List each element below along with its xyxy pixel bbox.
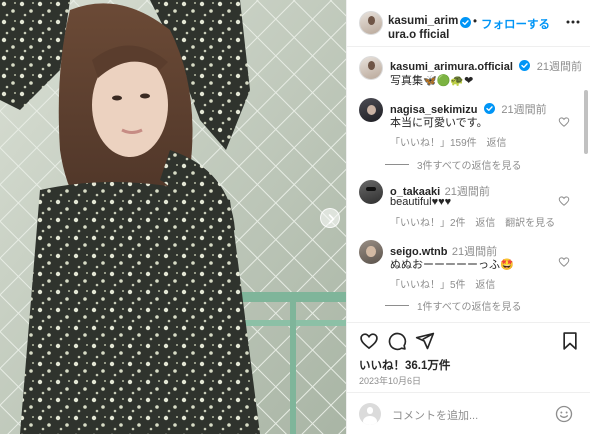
- commenter-avatar[interactable]: [359, 240, 383, 264]
- emoji-icon[interactable]: [555, 405, 573, 423]
- view-replies-button[interactable]: 3件すべての返信を見る: [385, 157, 521, 172]
- comment-meta: 「いいね！」2件 返信 翻訳を見る: [390, 214, 562, 229]
- comment-input[interactable]: コメントを追加...: [392, 407, 478, 423]
- header-separator: •: [473, 16, 478, 28]
- owner-username[interactable]: kasumi_arimura.o fficial: [388, 14, 462, 42]
- comment-text: beautiful♥♥♥: [390, 196, 452, 208]
- heart-icon[interactable]: [558, 256, 570, 268]
- heart-icon[interactable]: [359, 331, 379, 351]
- caption-time[interactable]: 21週間前: [537, 61, 582, 73]
- view-replies-button[interactable]: 1件すべての返信を見る: [385, 298, 521, 313]
- commenter-avatar[interactable]: [359, 98, 383, 122]
- chevron-right-icon: [328, 214, 335, 224]
- bookmark-icon[interactable]: [560, 331, 580, 351]
- verified-badge-icon: [460, 17, 471, 28]
- verified-badge-icon: [483, 103, 495, 114]
- reply-button[interactable]: 返信: [486, 138, 506, 149]
- owner-avatar[interactable]: [359, 11, 383, 35]
- translate-button[interactable]: 翻訳を見る: [505, 218, 555, 229]
- reply-button[interactable]: 返信: [475, 218, 495, 229]
- heart-icon[interactable]: [558, 116, 570, 128]
- comment-meta: 「いいね！」159件 返信: [390, 134, 513, 149]
- caption-text: 写真集🦋🟢🐢❤: [390, 75, 474, 87]
- caption-avatar[interactable]: [359, 56, 383, 80]
- owner-username-text[interactable]: kasumi_arimura.o fficial: [388, 15, 458, 41]
- comment-time[interactable]: 21週間前: [445, 186, 490, 198]
- post-photo[interactable]: [0, 0, 346, 434]
- replies-line: [385, 305, 409, 306]
- like-count[interactable]: いいね！36.1万件: [359, 357, 450, 373]
- comment-text: 本当に可愛いです。: [390, 117, 488, 129]
- replies-line: [385, 164, 409, 165]
- share-icon[interactable]: [415, 331, 435, 351]
- comment-meta: 「いいね！」5件 返信: [390, 276, 502, 291]
- more-options-icon[interactable]: [565, 16, 581, 28]
- comment-item: nagisa_sekimizu 21週間前 本当に可愛いです。 「いいね！」15…: [347, 96, 590, 149]
- scrollbar-thumb[interactable]: [584, 90, 588, 154]
- heart-icon[interactable]: [558, 195, 570, 207]
- view-replies-label[interactable]: 1件すべての返信を見る: [417, 298, 521, 313]
- post-header: kasumi_arimura.o fficial • フォローする: [347, 0, 590, 47]
- next-photo-button[interactable]: [320, 208, 340, 228]
- comment-like-count[interactable]: 「いいね！」159件: [390, 138, 477, 149]
- follow-button[interactable]: フォローする: [481, 16, 550, 32]
- comments-scrollbar[interactable]: [583, 50, 589, 320]
- post-image: [0, 0, 346, 434]
- view-replies-label[interactable]: 3件すべての返信を見る: [417, 157, 521, 172]
- comment-text: ぬぬおーーーーーっふ🤩: [390, 259, 514, 271]
- add-comment-bar: コメントを追加...: [347, 392, 590, 434]
- my-avatar: [359, 403, 381, 425]
- caption: kasumi_arimura.official 21週間前 写真集🦋🟢🐢❤: [347, 54, 590, 90]
- comment-like-count[interactable]: 「いいね！」5件: [390, 280, 466, 291]
- post-date[interactable]: 2023年10月6日: [359, 374, 421, 387]
- comment-item: o_takaaki 21週間前 beautiful♥♥♥ 「いいね！」2件 返信…: [347, 178, 590, 230]
- verified-badge-icon: [519, 60, 531, 71]
- comment-icon[interactable]: [387, 331, 407, 351]
- comment-like-count[interactable]: 「いいね！」2件: [390, 218, 466, 229]
- comment-time[interactable]: 21週間前: [501, 104, 546, 116]
- commenter-avatar[interactable]: [359, 180, 383, 204]
- post-panel: kasumi_arimura.o fficial • フォローする kasumi…: [346, 0, 590, 434]
- comment-item: seigo.wtnb 21週間前 ぬぬおーーーーーっふ🤩 「いいね！」5件 返信: [347, 238, 590, 292]
- reply-button[interactable]: 返信: [475, 280, 495, 291]
